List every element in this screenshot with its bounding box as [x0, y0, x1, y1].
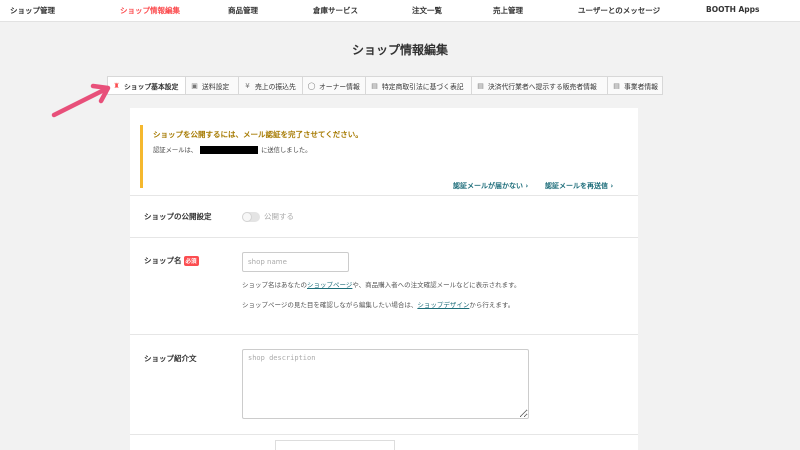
nav-user-messages[interactable]: ユーザーとのメッセージ: [578, 5, 660, 16]
nav-order-list[interactable]: 注文一覧: [412, 5, 442, 16]
shop-description-textarea[interactable]: [242, 349, 529, 419]
help-text: ショップページの見た目を確認しながら編集したい場合は、: [242, 301, 418, 309]
resend-email-link[interactable]: 認証メールを再送信 ›: [545, 181, 613, 191]
help-text: ショップ名はあなたの: [242, 281, 307, 289]
shop-name-help-1: ショップ名はあなたのショップページや、商品購入者への注文確認メールなどに表示され…: [242, 280, 534, 290]
divider: [130, 237, 638, 238]
settings-card: ショップを公開するには、メール認証を完了させてください。 認証メールは、 に送信…: [130, 108, 638, 450]
nav-warehouse-service[interactable]: 倉庫サービス: [313, 5, 358, 16]
publish-toggle-label[interactable]: 公開する: [264, 211, 294, 222]
shop-name-input[interactable]: [242, 252, 349, 272]
help-text: から行えます。: [469, 301, 515, 309]
notice-text-after: に送信しました。: [261, 147, 312, 154]
tab-label: 送料設定: [202, 82, 230, 91]
publish-setting-label: ショップの公開設定: [144, 212, 212, 221]
tab-payout-account[interactable]: ¥ 売上の振込先: [239, 77, 303, 94]
document-icon: ▤: [477, 81, 484, 90]
help-text: や、商品購入者への注文確認メールなどに表示されます。: [352, 281, 521, 289]
shop-description-label: ショップ紹介文: [144, 354, 197, 363]
divider: [130, 195, 638, 196]
shop-name-label-text: ショップ名: [144, 256, 182, 265]
tab-owner-info[interactable]: ◯ オーナー情報: [303, 77, 366, 94]
annotation-arrow: [51, 83, 111, 118]
yen-icon: ¥: [245, 81, 250, 90]
tab-label: オーナー情報: [319, 82, 360, 91]
nav-sales-management[interactable]: 売上管理: [493, 5, 523, 16]
tab-shipping-settings[interactable]: ▣ 送料設定: [186, 77, 239, 94]
toggle-knob: [242, 212, 252, 222]
nav-product-management[interactable]: 商品管理: [228, 5, 258, 16]
person-icon: ◯: [307, 81, 316, 90]
notice-text: 認証メールは、 に送信しました。: [153, 145, 311, 154]
nav-booth-apps[interactable]: BOOTH Apps: [706, 5, 759, 14]
tab-label: 決済代行業者へ提示する販売者情報: [488, 82, 597, 91]
tab-seller-info-for-payment-agent[interactable]: ▤ 決済代行業者へ提示する販売者情報: [472, 77, 608, 94]
page-title: ショップ情報編集: [351, 43, 448, 57]
notice-text-before: 認証メールは、: [153, 147, 198, 154]
notice-title: ショップを公開するには、メール認証を完了させてください。: [153, 130, 363, 139]
tab-label: ショップ基本設定: [124, 82, 179, 91]
tab-commercial-transactions-act[interactable]: ▤ 特定商取引法に基づく表記: [366, 77, 472, 94]
shop-design-link[interactable]: ショップデザイン: [417, 301, 469, 309]
email-not-received-link[interactable]: 認証メールが届かない ›: [453, 181, 528, 191]
nav-shop-management[interactable]: ショップ管理: [10, 5, 55, 16]
next-field-box: [275, 440, 395, 450]
top-navigation: ショップ管理 ショップ情報編集 商品管理 倉庫サービス 注文一覧 売上管理 ユー…: [0, 0, 800, 22]
required-badge: 必須: [183, 255, 199, 266]
document-icon: ▤: [613, 81, 620, 90]
email-verification-notice: ショップを公開するには、メール認証を完了させてください。 認証メールは、 に送信…: [140, 125, 628, 191]
shop-name-label: ショップ名 必須: [144, 255, 199, 266]
tab-business-info[interactable]: ▤ 事業者情報: [608, 77, 662, 94]
tab-label: 特定商取引法に基づく表記: [382, 82, 464, 91]
tab-label: 売上の振込先: [255, 82, 296, 91]
document-icon: ▤: [371, 81, 378, 90]
truck-icon: ▣: [191, 81, 198, 90]
tab-label: 事業者情報: [624, 82, 658, 91]
divider: [130, 434, 638, 435]
divider: [130, 334, 638, 335]
settings-tabs: ♜ ショップ基本設定 ▣ 送料設定 ¥ 売上の振込先 ◯ オーナー情報 ▤ 特定…: [107, 76, 663, 95]
redacted-email: [200, 145, 259, 154]
publish-toggle[interactable]: [242, 212, 260, 222]
shop-name-help-2: ショップページの見た目を確認しながら編集したい場合は、ショップデザインから行えま…: [242, 300, 534, 310]
nav-shop-info-edit[interactable]: ショップ情報編集: [120, 5, 180, 16]
shop-page-link[interactable]: ショップページ: [307, 281, 352, 289]
